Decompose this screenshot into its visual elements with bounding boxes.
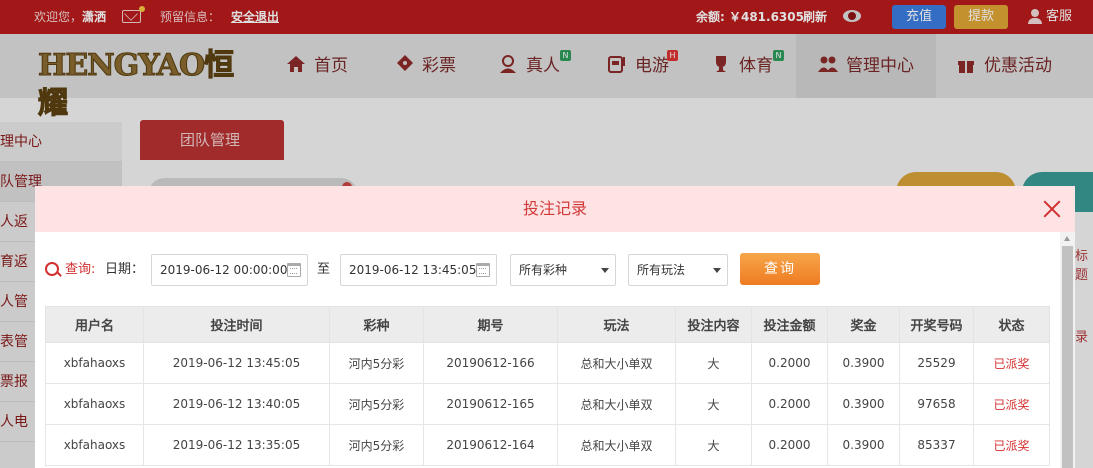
cell-bet-time: 2019-06-12 13:45:05 — [143, 342, 330, 384]
column-header: 玩法 — [557, 306, 676, 343]
search-icon — [45, 262, 61, 278]
date-label: 日期： — [105, 262, 145, 277]
column-header: 奖金 — [827, 306, 900, 343]
cell-issue: 20190612-165 — [423, 383, 558, 425]
cell-lottery: 河内5分彩 — [329, 383, 424, 425]
cell-issue: 20190612-166 — [423, 342, 558, 384]
cell-prize: 0.3900 — [827, 383, 900, 425]
cell-content: 大 — [675, 342, 752, 384]
play-type-select[interactable]: 所有玩法 — [628, 254, 728, 286]
cell-play: 总和大小单双 — [557, 424, 676, 466]
cell-draw-number: 85337 — [899, 424, 974, 466]
cell-bet-time: 2019-06-12 13:35:05 — [143, 424, 330, 466]
start-date-input[interactable]: 2019-06-12 00:00:00 — [151, 254, 308, 286]
cell-draw-number: 25529 — [899, 342, 974, 384]
cell-username: xbfahaoxs — [45, 383, 144, 425]
cell-status: 已派奖 — [973, 342, 1050, 384]
cell-content: 大 — [675, 383, 752, 425]
column-header: 用户名 — [45, 306, 144, 343]
modal-header: 投注记录 — [35, 186, 1075, 232]
cell-username: xbfahaoxs — [45, 342, 144, 384]
table-header-row: 用户名 投注时间 彩种 期号 玩法 投注内容 投注金额 奖金 开奖号码 状态 — [45, 306, 1050, 343]
column-header: 开奖号码 — [899, 306, 974, 343]
scrollbar-thumb[interactable] — [1062, 246, 1073, 468]
chevron-down-icon — [713, 268, 721, 273]
cell-play: 总和大小单双 — [557, 342, 676, 384]
scroll-up-icon[interactable] — [1064, 236, 1070, 241]
query-label: 查询: — [65, 262, 96, 277]
column-header: 期号 — [423, 306, 558, 343]
lottery-type-select[interactable]: 所有彩种 — [510, 254, 616, 286]
table-row[interactable]: xbfahaoxs 2019-06-12 13:35:05 河内5分彩 2019… — [45, 424, 1050, 466]
cell-amount: 0.2000 — [751, 383, 828, 425]
column-header: 彩种 — [329, 306, 424, 343]
bet-records-table: 用户名 投注时间 彩种 期号 玩法 投注内容 投注金额 奖金 开奖号码 状态 x… — [45, 306, 1050, 466]
cell-prize: 0.3900 — [827, 342, 900, 384]
cell-lottery: 河内5分彩 — [329, 342, 424, 384]
cell-status: 已派奖 — [973, 424, 1050, 466]
end-date-input[interactable]: 2019-06-12 13:45:05 — [340, 254, 497, 286]
calendar-icon[interactable] — [476, 263, 490, 277]
cell-bet-time: 2019-06-12 13:40:05 — [143, 383, 330, 425]
cell-content: 大 — [675, 424, 752, 466]
to-label: 至 — [317, 262, 331, 277]
query-bar: 查询: 日期： 2019-06-12 00:00:00 至 2019-06-12… — [45, 253, 835, 286]
table-row[interactable]: xbfahaoxs 2019-06-12 13:40:05 河内5分彩 2019… — [45, 383, 1050, 425]
table-row[interactable]: xbfahaoxs 2019-06-12 13:45:05 河内5分彩 2019… — [45, 342, 1050, 384]
bet-records-modal: 投注记录 查询: 日期： 2019-06-12 00:00:00 至 2019-… — [35, 186, 1075, 468]
cell-lottery: 河内5分彩 — [329, 424, 424, 466]
cell-prize: 0.3900 — [827, 424, 900, 466]
cell-username: xbfahaoxs — [45, 424, 144, 466]
cell-draw-number: 97658 — [899, 383, 974, 425]
cell-issue: 20190612-164 — [423, 424, 558, 466]
cell-status: 已派奖 — [973, 383, 1050, 425]
column-header: 投注时间 — [143, 306, 330, 343]
close-icon[interactable] — [1043, 200, 1061, 218]
calendar-icon[interactable] — [287, 263, 301, 277]
chevron-down-icon — [601, 268, 609, 273]
cell-play: 总和大小单双 — [557, 383, 676, 425]
cell-amount: 0.2000 — [751, 424, 828, 466]
search-button[interactable]: 查询 — [740, 253, 820, 285]
column-header: 状态 — [973, 306, 1050, 343]
column-header: 投注金额 — [751, 306, 828, 343]
cell-amount: 0.2000 — [751, 342, 828, 384]
modal-title: 投注记录 — [522, 199, 587, 218]
modal-scrollbar[interactable] — [1060, 232, 1075, 468]
column-header: 投注内容 — [675, 306, 752, 343]
